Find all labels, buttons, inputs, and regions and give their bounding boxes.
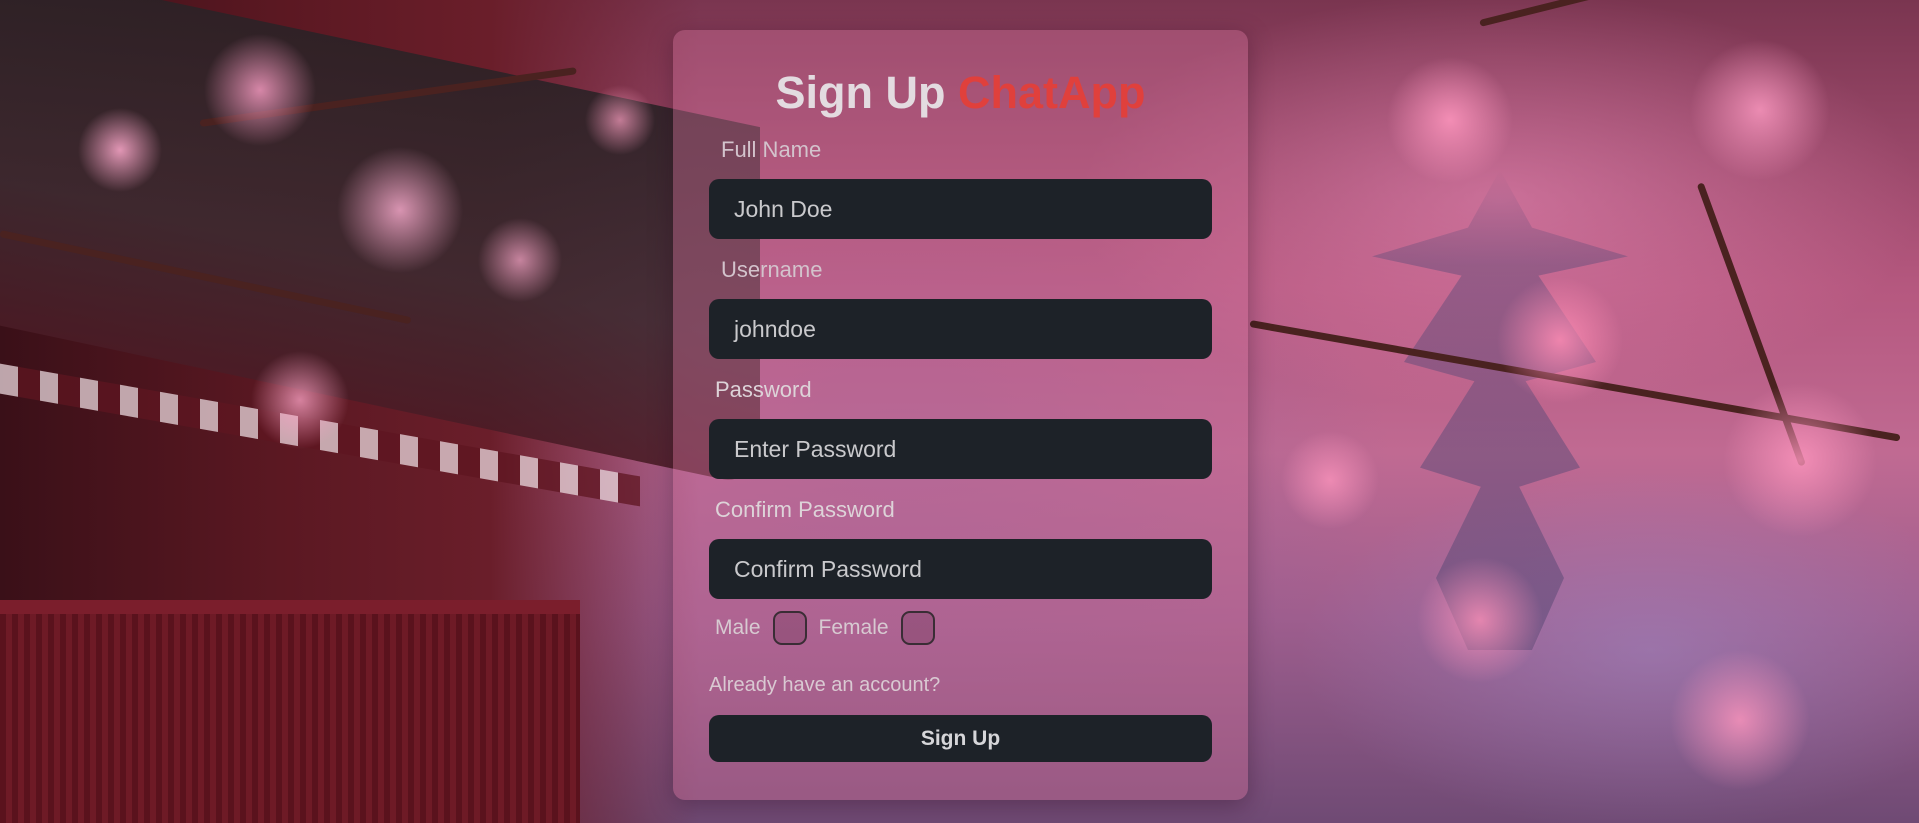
female-label: Female	[818, 616, 889, 639]
title-brand: ChatApp	[958, 67, 1146, 118]
male-checkbox[interactable]	[772, 611, 807, 645]
password-label: Password	[715, 377, 812, 402]
gender-selector: Male Female	[715, 608, 935, 648]
full-name-label: Full Name	[721, 137, 822, 162]
signup-card: Sign Up ChatApp Full Name John Doe Usern…	[673, 30, 1248, 800]
signup-form: Sign Up ChatApp Full Name John Doe Usern…	[709, 30, 1212, 762]
confirm-password-input[interactable]: Confirm Password	[709, 539, 1212, 599]
login-link[interactable]: Already have an account?	[709, 674, 940, 697]
username-input[interactable]: johndoe	[709, 299, 1212, 359]
username-label: Username	[721, 257, 823, 282]
signup-button[interactable]: Sign Up	[709, 715, 1212, 762]
full-name-input[interactable]: John Doe	[709, 179, 1212, 239]
page-title: Sign Up ChatApp	[709, 70, 1212, 115]
male-label: Male	[715, 616, 761, 639]
password-input[interactable]: Enter Password	[709, 419, 1212, 479]
confirm-password-label: Confirm Password	[715, 497, 895, 522]
title-main: Sign Up	[775, 67, 946, 118]
female-checkbox[interactable]	[900, 611, 935, 645]
